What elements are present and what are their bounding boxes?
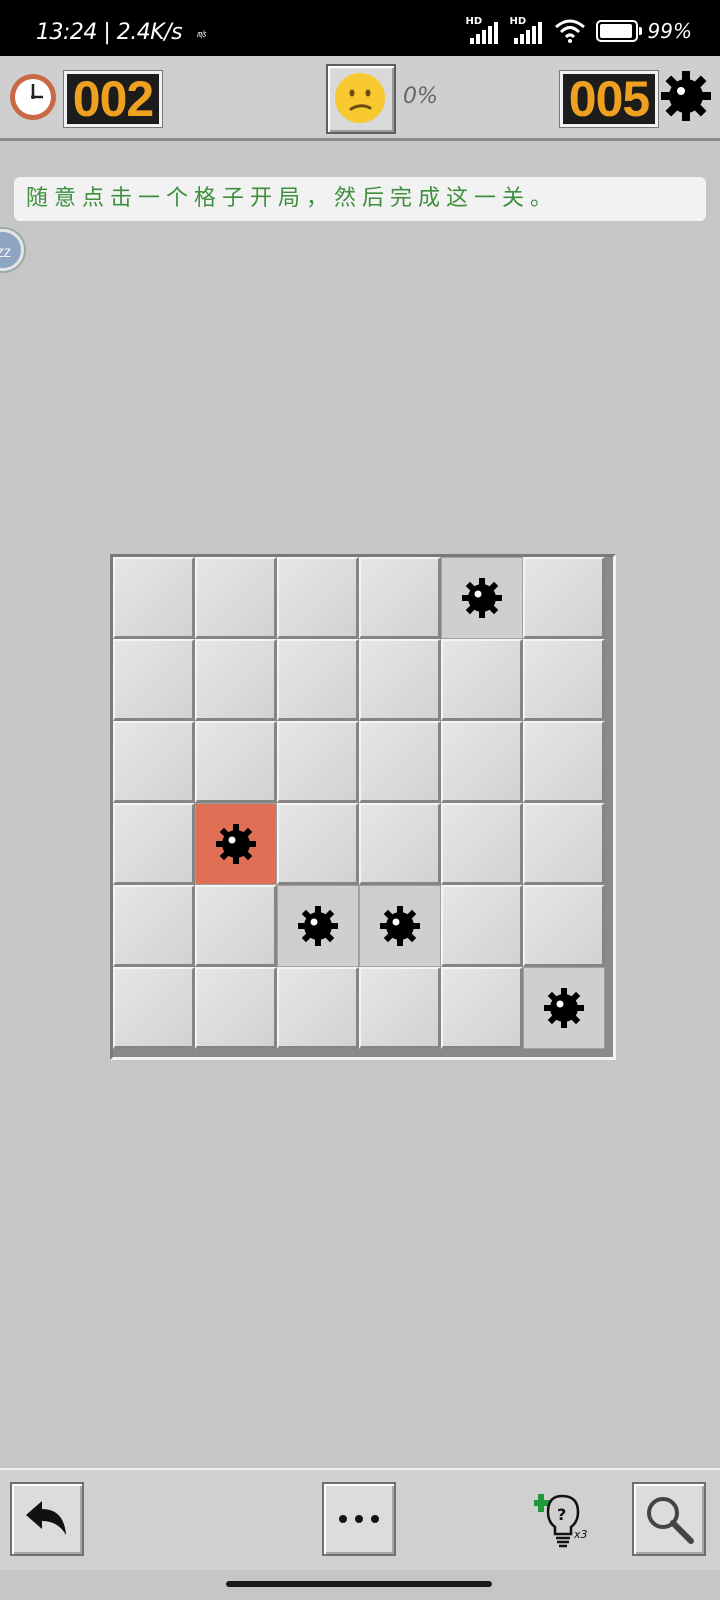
confused-face-icon	[335, 73, 385, 123]
battery-percent: 99%	[647, 19, 692, 43]
status-right: HD HD 99%	[466, 16, 692, 44]
home-indicator	[226, 1581, 492, 1587]
bottom-toolbar: ? x3	[0, 1468, 720, 1570]
mines-counter: 005	[559, 70, 659, 128]
undo-button[interactable]	[10, 1482, 84, 1556]
cell-covered[interactable]	[113, 721, 195, 803]
cell-covered[interactable]	[523, 803, 605, 885]
svg-text:?: ?	[557, 1505, 566, 1524]
hint-count: x3	[574, 1528, 588, 1541]
mine-icon	[216, 824, 256, 864]
timer-counter: 002	[63, 70, 163, 128]
status-time: 13:24	[36, 20, 97, 45]
cell-covered[interactable]	[441, 721, 523, 803]
reset-face-button[interactable]	[326, 64, 396, 134]
cell-covered[interactable]	[195, 557, 277, 639]
cell-covered[interactable]	[277, 803, 359, 885]
minefield-board	[110, 554, 616, 1060]
cell-covered[interactable]	[441, 967, 523, 1049]
status-net-speed: | 2.4K/s	[103, 20, 183, 45]
cell-covered[interactable]	[523, 557, 605, 639]
mine-icon	[661, 71, 711, 121]
cell-covered[interactable]	[359, 557, 441, 639]
cell-covered[interactable]	[113, 557, 195, 639]
cell-covered[interactable]	[113, 639, 195, 721]
more-options-button[interactable]	[322, 1482, 396, 1556]
cell-mine[interactable]	[359, 885, 441, 967]
cell-covered[interactable]	[359, 721, 441, 803]
cell-covered[interactable]	[441, 639, 523, 721]
cell-covered[interactable]	[523, 639, 605, 721]
status-left: 13:24 | 2.4K/s ㎧	[36, 20, 206, 45]
cell-covered[interactable]	[523, 721, 605, 803]
cell-covered[interactable]	[523, 885, 605, 967]
cell-covered[interactable]	[277, 557, 359, 639]
undo-arrow-icon	[26, 1501, 66, 1535]
cell-covered[interactable]	[195, 721, 277, 803]
cell-covered[interactable]	[277, 721, 359, 803]
cell-covered[interactable]	[113, 803, 195, 885]
hint-banner: 随意点击一个格子开局，然后完成这一关。	[14, 177, 706, 221]
mine-icon	[462, 578, 502, 618]
mine-icon	[380, 906, 420, 946]
cell-mine[interactable]	[277, 885, 359, 967]
cell-mine[interactable]	[441, 557, 523, 639]
wifi-icon	[554, 19, 585, 43]
lightbulb-hint-icon: ?	[532, 1494, 580, 1548]
cell-covered[interactable]	[277, 639, 359, 721]
cell-covered[interactable]	[359, 803, 441, 885]
cell-covered[interactable]	[359, 639, 441, 721]
cell-covered[interactable]	[195, 967, 277, 1049]
cell-covered[interactable]	[441, 803, 523, 885]
game-top-bar: 002 0% 005	[0, 56, 720, 141]
cell-covered[interactable]	[359, 967, 441, 1049]
cell-covered[interactable]	[195, 885, 277, 967]
signal-icon: HD	[510, 16, 544, 44]
hint-button[interactable]: ? x3	[532, 1492, 594, 1552]
cell-covered[interactable]	[441, 885, 523, 967]
mine-icon	[298, 906, 338, 946]
status-extra: ㎧	[196, 29, 206, 40]
signal-icon: HD	[466, 16, 500, 44]
magnifier-icon	[647, 1497, 694, 1544]
clock-icon	[10, 74, 56, 120]
cell-covered[interactable]	[113, 967, 195, 1049]
mine-icon	[544, 988, 584, 1028]
battery-icon	[595, 20, 642, 42]
zoom-button[interactable]	[632, 1482, 706, 1556]
progress-percent: 0%	[403, 84, 438, 109]
cell-exploded-mine[interactable]	[195, 803, 277, 885]
cell-covered[interactable]	[113, 885, 195, 967]
more-dots-icon	[339, 1515, 379, 1523]
cell-covered[interactable]	[195, 639, 277, 721]
cell-covered[interactable]	[277, 967, 359, 1049]
floating-bubble[interactable]: ZZ	[0, 229, 24, 271]
status-bar: 13:24 | 2.4K/s ㎧ HD HD 99%	[0, 0, 720, 56]
cell-mine[interactable]	[523, 967, 605, 1049]
